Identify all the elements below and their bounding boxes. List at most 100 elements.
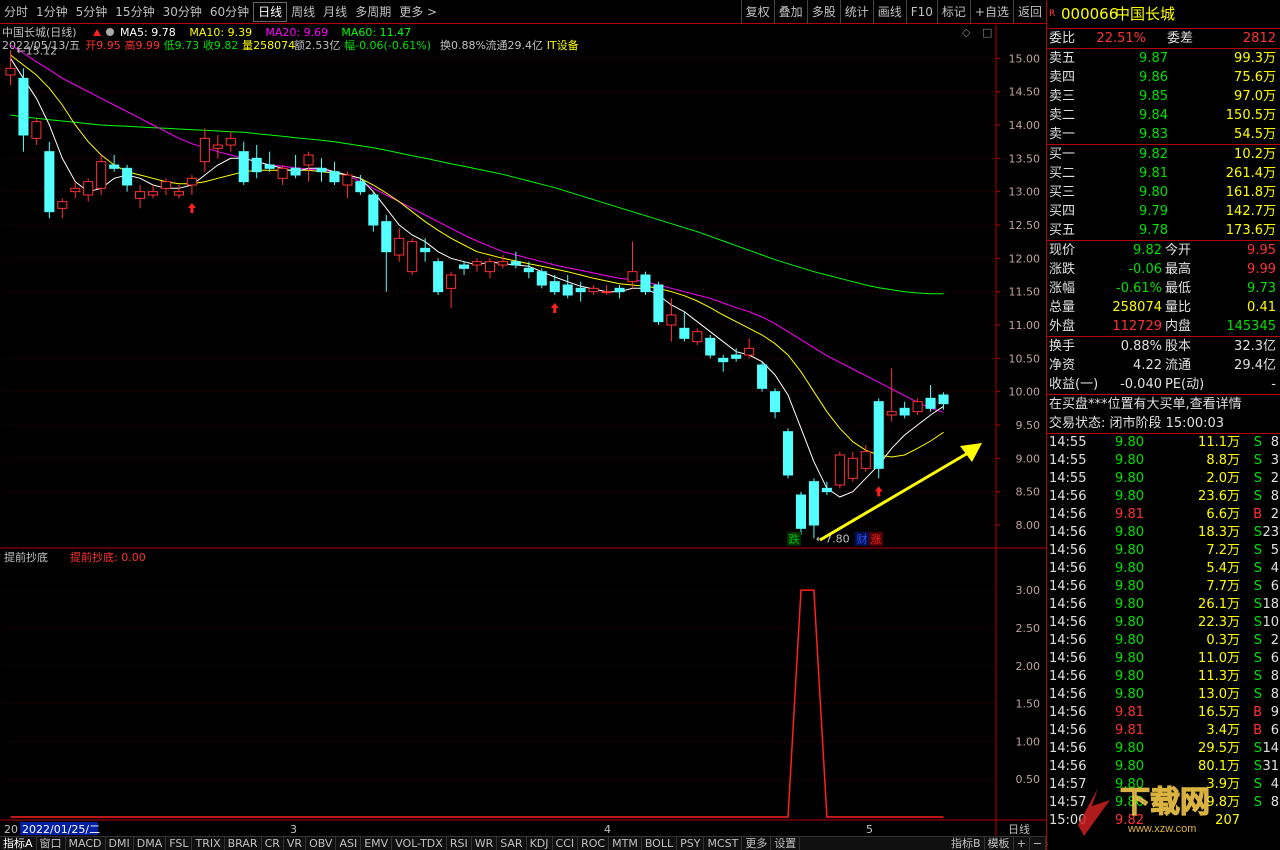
candle xyxy=(225,131,236,152)
period-tab-0[interactable]: 分时 xyxy=(0,0,32,24)
tick-volume: 26.1万 xyxy=(1198,597,1240,612)
indicator-tab-11[interactable]: ASI xyxy=(336,837,362,850)
y-tick-label: 10.50 xyxy=(1009,352,1041,365)
action-button-8[interactable]: 返回 xyxy=(1012,0,1046,24)
candle-body xyxy=(653,284,664,323)
candle xyxy=(459,261,470,275)
indicator-right-tab-3[interactable]: − xyxy=(1030,837,1046,850)
indicator-tab-16[interactable]: SAR xyxy=(497,837,527,850)
tick-price: 9.80 xyxy=(1115,489,1144,504)
indicator-tab-6[interactable]: TRIX xyxy=(192,837,225,850)
indicator-tab-9[interactable]: VR xyxy=(284,837,307,850)
candle-body xyxy=(731,354,742,359)
action-button-4[interactable]: 画线 xyxy=(872,0,906,24)
indicator-tab-8[interactable]: CR xyxy=(262,837,284,850)
indicator-tab-14[interactable]: RSI xyxy=(447,837,472,850)
action-button-2[interactable]: 多股 xyxy=(806,0,840,24)
indicator-tab-15[interactable]: WR xyxy=(472,837,498,850)
event-marker-2[interactable]: 涨 xyxy=(871,533,882,546)
indicator-tab-18[interactable]: CCI xyxy=(553,837,579,850)
indicator-right-tab-0[interactable]: 指标B xyxy=(948,837,985,850)
indicator-tab-21[interactable]: BOLL xyxy=(642,837,678,850)
period-tab-2[interactable]: 5分钟 xyxy=(72,0,112,24)
candle xyxy=(471,258,483,272)
ask-volume: 75.6万 xyxy=(1234,70,1276,85)
tick-side: S xyxy=(1253,651,1262,666)
tick-time: 14:56 xyxy=(1049,507,1087,522)
settings-gear-icon[interactable] xyxy=(106,28,114,36)
tick-count: 5 xyxy=(1270,543,1279,558)
candle-body xyxy=(627,271,638,283)
indicator-tab-1[interactable]: 窗口 xyxy=(37,837,66,850)
candle xyxy=(5,50,16,85)
fund-value: -0.040 xyxy=(1120,377,1162,392)
indicator-tab-23[interactable]: MCST xyxy=(704,837,743,850)
tick-row-12: 14:56 9.80 11.0万 S 6 xyxy=(1047,650,1280,668)
kline-chart[interactable]: 8.00 8.50 9.00 9.50 10.00 10.50 11.00 11.50 12.0… xyxy=(0,25,1046,836)
tick-price: 9.81 xyxy=(1115,507,1144,522)
period-tab-4[interactable]: 30分钟 xyxy=(159,0,206,24)
event-marker-1[interactable]: 财 xyxy=(857,532,868,546)
ask-price: 9.83 xyxy=(1139,127,1168,142)
action-button-7[interactable]: +自选 xyxy=(969,0,1013,24)
tick-side: S xyxy=(1253,633,1262,648)
info-field-10: IT设备 xyxy=(547,38,579,52)
up-arrow-icon xyxy=(93,29,101,36)
tick-price: 9.80 xyxy=(1115,759,1144,774)
tick-count: 8 xyxy=(1270,795,1279,810)
diamond-icon[interactable]: ◇ xyxy=(962,26,971,39)
action-button-3[interactable]: 统计 xyxy=(839,0,873,24)
candle-body xyxy=(433,261,444,293)
action-button-6[interactable]: 标记 xyxy=(936,0,970,24)
indicator-right-tab-1[interactable]: 模板 xyxy=(985,837,1014,850)
event-marker-0[interactable]: 跌 xyxy=(789,532,800,546)
tick-row-1: 14:55 9.80 8.8万 S 3 xyxy=(1047,452,1280,470)
candle xyxy=(212,135,223,159)
fund-value: 29.4亿 xyxy=(1234,358,1276,373)
action-button-1[interactable]: 叠加 xyxy=(773,0,807,24)
action-button-0[interactable]: 复权 xyxy=(740,0,774,24)
weibi-label: 委比 xyxy=(1049,31,1076,46)
tick-volume: 23.6万 xyxy=(1198,489,1240,504)
indicator-tab-19[interactable]: ROC xyxy=(578,837,610,850)
period-tab-6[interactable]: 日线 xyxy=(253,1,288,22)
period-tab-8[interactable]: 月线 xyxy=(319,0,351,24)
period-tab-7[interactable]: 周线 xyxy=(287,0,319,24)
tick-volume: 3.4万 xyxy=(1206,723,1240,738)
candle-body xyxy=(251,157,262,173)
indicator-tab-20[interactable]: MTM xyxy=(609,837,642,850)
action-button-5[interactable]: F10 xyxy=(905,0,937,24)
close-icon[interactable]: □ xyxy=(982,26,992,39)
info-field-8: 换0.88% xyxy=(440,38,486,52)
indicator-tab-4[interactable]: DMA xyxy=(134,837,167,850)
period-button[interactable]: 日线 xyxy=(1008,822,1030,836)
tick-volume: 11.3万 xyxy=(1198,669,1240,684)
period-tab-1[interactable]: 1分钟 xyxy=(32,0,72,24)
ask-label: 卖三 xyxy=(1049,89,1076,104)
indicator-tab-2[interactable]: MACD xyxy=(66,837,106,850)
big-order-notice[interactable]: 在买盘***位置有大买单,查看详情 xyxy=(1049,395,1242,414)
indicator-tab-5[interactable]: FSL xyxy=(166,837,193,850)
indicator-tab-13[interactable]: VOL-TDX xyxy=(392,837,447,850)
indicator-tab-3[interactable]: DMI xyxy=(106,837,134,850)
candle xyxy=(316,158,327,182)
indicator-tick-label: 1.50 xyxy=(1016,698,1041,711)
period-tab-3[interactable]: 15分钟 xyxy=(111,0,158,24)
indicator-tab-10[interactable]: OBV xyxy=(306,837,337,850)
indicator-tab-17[interactable]: KDJ xyxy=(527,837,553,850)
indicator-tab-7[interactable]: BRAR xyxy=(225,837,262,850)
tick-row-7: 14:56 9.80 5.4万 S 4 xyxy=(1047,560,1280,578)
indicator-tab-25[interactable]: 设置 xyxy=(771,837,801,850)
period-tab-10[interactable]: 更多 > xyxy=(395,0,441,24)
period-tab-9[interactable]: 多周期 xyxy=(351,0,395,24)
indicator-tab-22[interactable]: PSY xyxy=(677,837,705,850)
period-tab-5[interactable]: 60分钟 xyxy=(206,0,253,24)
tick-count: 14 xyxy=(1262,741,1279,756)
candle-body xyxy=(718,357,729,363)
indicator-tab-0[interactable]: 指标A xyxy=(0,837,37,850)
tick-row-16: 14:56 9.81 3.4万 B 6 xyxy=(1047,722,1280,740)
indicator-tab-24[interactable]: 更多 xyxy=(742,837,772,850)
indicator-tab-12[interactable]: EMV xyxy=(361,837,393,850)
candle-body xyxy=(938,394,949,405)
indicator-right-tab-2[interactable]: + xyxy=(1014,837,1030,850)
